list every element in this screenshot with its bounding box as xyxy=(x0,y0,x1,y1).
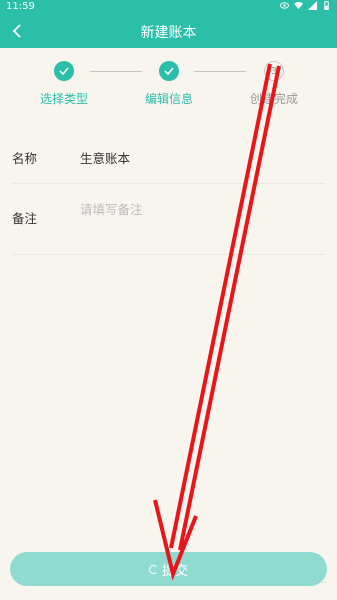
watermark: ····· xyxy=(311,578,327,589)
form-divider xyxy=(12,254,325,255)
loading-spinner-icon xyxy=(148,564,158,574)
name-row: 名称 生意账本 xyxy=(12,148,325,168)
signal-icon xyxy=(308,1,317,10)
step-3-number: 3 xyxy=(264,61,284,81)
remark-row: 备注 请填写备注 xyxy=(12,199,325,249)
step-1-label: 选择类型 xyxy=(39,92,88,106)
name-label: 名称 xyxy=(12,151,38,166)
step-2-check-icon xyxy=(159,61,179,81)
step-connector-2 xyxy=(194,71,246,72)
status-icons xyxy=(280,1,331,10)
step-2-label: 编辑信息 xyxy=(144,92,193,106)
remark-label: 备注 xyxy=(12,211,38,226)
eye-icon xyxy=(280,2,289,9)
step-progress: 3 选择类型 编辑信息 创建完成 xyxy=(0,48,337,120)
wifi-icon xyxy=(294,1,303,10)
step-3-label: 创建完成 xyxy=(249,92,298,106)
submit-label: 提交 xyxy=(161,563,188,579)
status-time: 11:59 xyxy=(6,1,35,12)
step-connector-1 xyxy=(90,71,142,72)
form-divider xyxy=(12,183,325,184)
name-input[interactable]: 生意账本 xyxy=(80,148,130,167)
step-1-check-icon xyxy=(54,61,74,81)
remark-input[interactable]: 请填写备注 xyxy=(80,199,143,218)
battery-icon xyxy=(324,1,329,10)
app-header: 新建账本 xyxy=(0,14,337,48)
submit-button[interactable]: 提交 xyxy=(10,552,327,586)
page-title: 新建账本 xyxy=(140,25,197,41)
status-bar: 11:59 xyxy=(0,0,337,14)
